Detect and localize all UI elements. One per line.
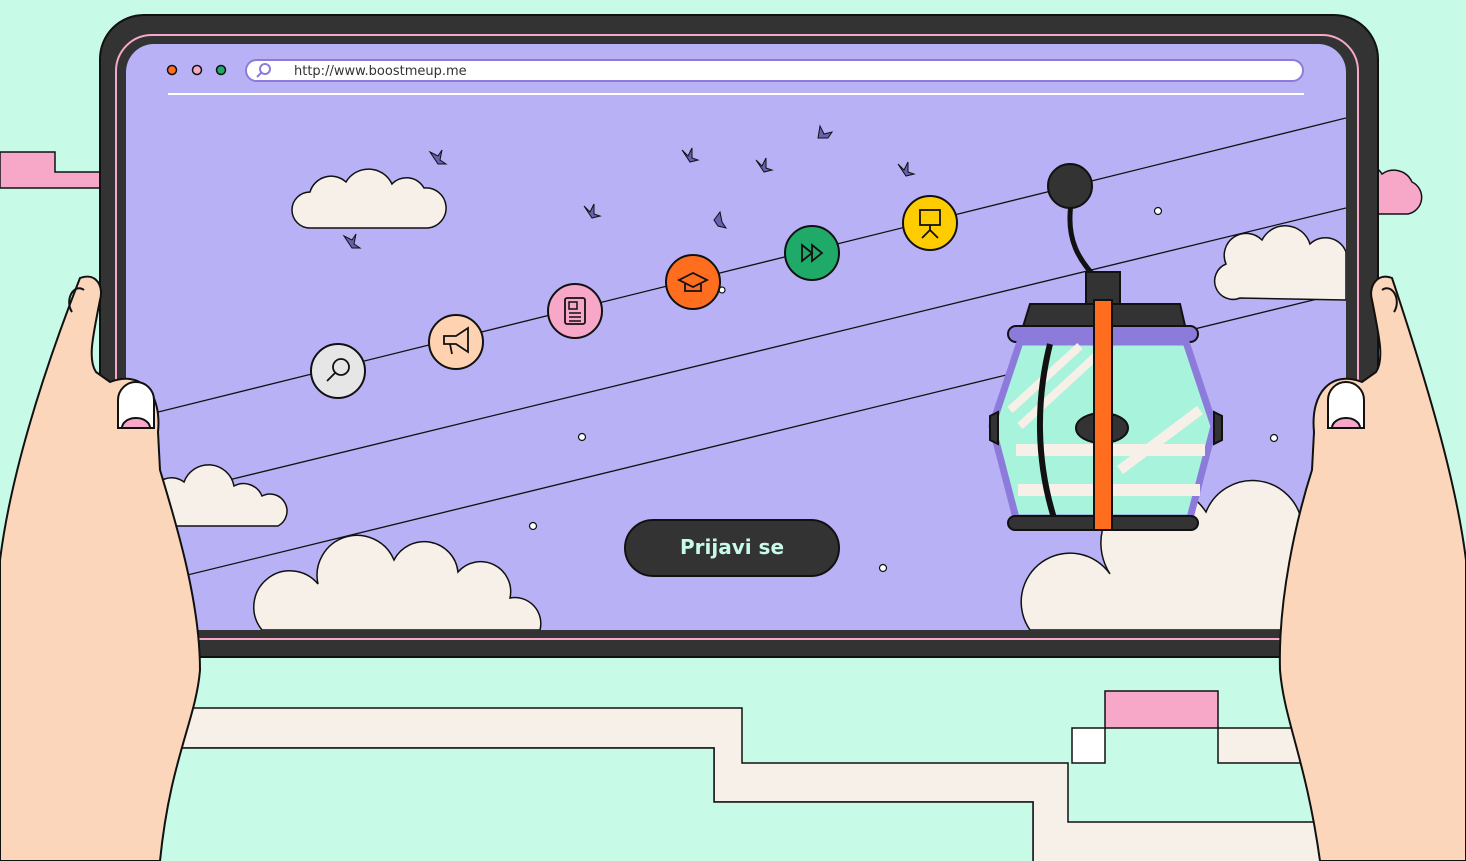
maximize-dot[interactable] bbox=[215, 64, 227, 76]
login-button[interactable]: Prijavi se bbox=[624, 519, 840, 577]
presentation-board-icon[interactable] bbox=[902, 195, 958, 251]
newspaper-icon[interactable] bbox=[547, 283, 603, 339]
login-button-label: Prijavi se bbox=[680, 535, 784, 559]
search-icon[interactable] bbox=[310, 343, 366, 399]
graduation-cap-icon[interactable] bbox=[665, 254, 721, 310]
url-text: http://www.boostmeup.me bbox=[294, 64, 467, 79]
minimize-dot[interactable] bbox=[191, 64, 203, 76]
fast-forward-icon[interactable] bbox=[784, 225, 840, 281]
close-dot[interactable] bbox=[166, 64, 178, 76]
cable-pulley bbox=[1047, 163, 1093, 209]
illustration-stage: http://www.boostmeup.me Prijavi se bbox=[0, 0, 1466, 861]
tablet-illustration: http://www.boostmeup.me Prijavi se bbox=[0, 14, 1466, 861]
megaphone-icon[interactable] bbox=[428, 314, 484, 370]
